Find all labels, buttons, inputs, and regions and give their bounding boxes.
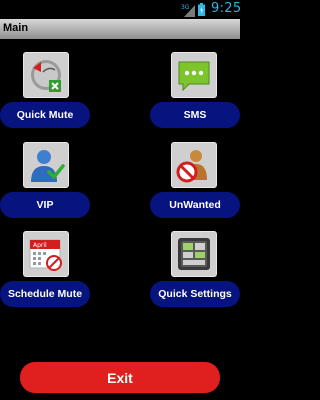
quick-settings-item[interactable]: Quick Settings: [150, 231, 250, 307]
unwanted-contact-icon[interactable]: [171, 142, 217, 188]
schedule-mute-button[interactable]: Schedule Mute: [0, 281, 90, 307]
battery-icon: [198, 3, 205, 16]
vip-item[interactable]: VIP: [0, 142, 100, 218]
network-type-label: 3G: [181, 4, 190, 11]
quick-settings-icon[interactable]: [171, 231, 217, 277]
sms-icon[interactable]: [171, 52, 217, 98]
quick-mute-icon[interactable]: [23, 52, 69, 98]
schedule-mute-item[interactable]: April Schedule Mute: [0, 231, 100, 307]
unwanted-button[interactable]: UnWanted: [150, 192, 240, 218]
sms-button[interactable]: SMS: [150, 102, 240, 128]
status-bar: 3G 9:25: [0, 0, 242, 19]
sms-item[interactable]: SMS: [150, 52, 250, 128]
quick-mute-button[interactable]: Quick Mute: [0, 102, 90, 128]
calendar-month-label: April: [33, 242, 47, 249]
exit-button[interactable]: Exit: [20, 362, 220, 393]
vip-button[interactable]: VIP: [0, 192, 90, 218]
quick-mute-item[interactable]: Quick Mute: [0, 52, 100, 128]
unwanted-item[interactable]: UnWanted: [150, 142, 250, 218]
clock: 9:25: [211, 1, 242, 16]
calendar-icon[interactable]: April: [23, 231, 69, 277]
title-bar: Main: [0, 19, 240, 39]
vip-contact-icon[interactable]: [23, 142, 69, 188]
page-title: Main: [3, 22, 29, 34]
quick-settings-button[interactable]: Quick Settings: [150, 281, 240, 307]
